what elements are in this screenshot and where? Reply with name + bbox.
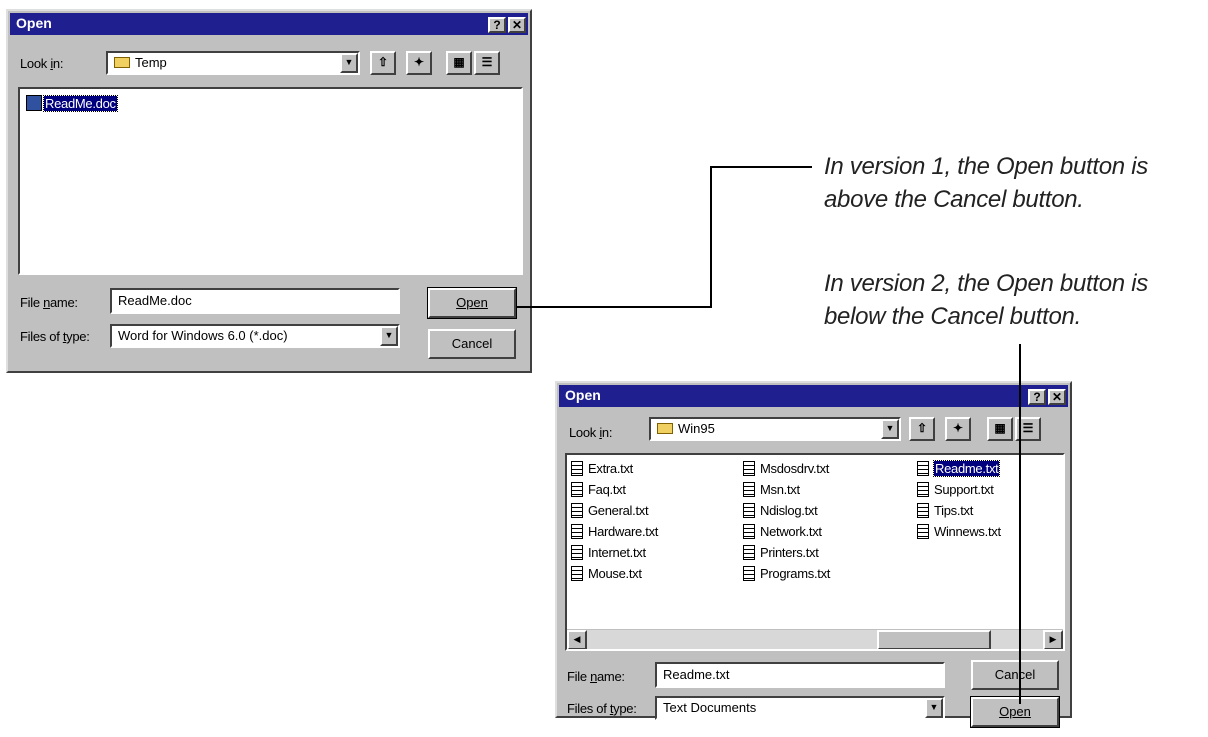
list-item[interactable]: Readme.txt (917, 460, 1001, 477)
text-document-icon (743, 482, 755, 497)
list-item[interactable]: Internet.txt (571, 545, 646, 560)
dialog-2-title: Open (565, 387, 601, 403)
list-item[interactable]: Support.txt (917, 482, 994, 497)
close-icon[interactable]: ✕ (508, 17, 526, 33)
list-item[interactable]: Hardware.txt (571, 524, 658, 539)
up-one-level-icon[interactable]: ⇧ (909, 417, 935, 441)
folder-icon (657, 423, 673, 434)
list-view-icon[interactable]: ▦ (987, 417, 1013, 441)
caption-version-2: In version 2, the Open button is below t… (824, 270, 1148, 330)
text-document-icon (571, 545, 583, 560)
list-item[interactable]: Printers.txt (743, 545, 819, 560)
callout-line-1-vertical (710, 166, 712, 308)
file-name-label: File name: (20, 295, 78, 310)
list-item[interactable]: ReadMe.doc (26, 95, 118, 112)
callout-line-1-horizontal-b (710, 166, 812, 168)
look-in-combo[interactable]: Win95 ▼ (649, 417, 901, 441)
up-one-level-icon[interactable]: ⇧ (370, 51, 396, 75)
file-name-field[interactable]: ReadMe.doc (110, 288, 400, 314)
list-view-icon[interactable]: ▦ (446, 51, 472, 75)
look-in-value: Win95 (678, 421, 715, 436)
file-name: ReadMe.doc (43, 95, 118, 112)
look-in-label: Look in: (569, 425, 613, 440)
files-of-type-combo[interactable]: Word for Windows 6.0 (*.doc) ▼ (110, 324, 400, 348)
callout-line-2-vertical (1019, 344, 1021, 704)
text-document-icon (571, 461, 583, 476)
chevron-down-icon[interactable]: ▼ (925, 698, 943, 718)
text-document-icon (743, 566, 755, 581)
list-item[interactable]: Network.txt (743, 524, 822, 539)
list-item[interactable]: Msdosdrv.txt (743, 461, 829, 476)
close-icon[interactable]: ✕ (1048, 389, 1066, 405)
files-of-type-value: Word for Windows 6.0 (*.doc) (118, 328, 288, 343)
text-document-icon (917, 503, 929, 518)
new-folder-icon[interactable]: ✦ (945, 417, 971, 441)
open-button[interactable]: Open (427, 287, 517, 319)
arrow-right-icon[interactable]: ▶ (1043, 630, 1063, 649)
file-list[interactable]: ReadMe.doc (18, 87, 523, 275)
word-document-icon (26, 95, 42, 111)
file-list[interactable]: Extra.txt Faq.txt General.txt Hardware.t… (565, 453, 1065, 651)
look-in-value: Temp (135, 55, 167, 70)
folder-icon (114, 57, 130, 68)
list-item[interactable]: General.txt (571, 503, 649, 518)
cancel-button[interactable]: Cancel (428, 329, 516, 359)
files-of-type-label: Files of type: (20, 329, 90, 344)
list-item[interactable]: Ndislog.txt (743, 503, 818, 518)
list-item[interactable]: Msn.txt (743, 482, 800, 497)
files-of-type-combo[interactable]: Text Documents ▼ (655, 696, 945, 720)
caption-version-1: In version 1, the Open button is above t… (824, 153, 1148, 213)
dialog-1-title-bar: Open ? ✕ (10, 13, 528, 35)
open-dialog-version-1: Open ? ✕ Look in: Temp ▼ ⇧ ✦ ▦ ☰ ReadMe.… (6, 9, 532, 373)
open-dialog-version-2: Open ? ✕ Look in: Win95 ▼ ⇧ ✦ ▦ ☰ Extra.… (555, 381, 1072, 728)
chevron-down-icon[interactable]: ▼ (380, 326, 398, 346)
text-document-icon (743, 461, 755, 476)
text-document-icon (743, 503, 755, 518)
text-document-icon (917, 482, 929, 497)
text-document-icon (917, 461, 929, 476)
list-item[interactable]: Extra.txt (571, 461, 633, 476)
help-icon[interactable]: ? (1028, 389, 1046, 405)
text-document-icon (571, 503, 583, 518)
text-document-icon (571, 482, 583, 497)
list-item[interactable]: Winnews.txt (917, 524, 1001, 539)
chevron-down-icon[interactable]: ▼ (340, 53, 358, 73)
dialog-1-title: Open (16, 15, 52, 31)
text-document-icon (743, 524, 755, 539)
file-name-field[interactable]: Readme.txt (655, 662, 945, 688)
dialog-2-title-bar: Open ? ✕ (559, 385, 1068, 407)
details-view-icon[interactable]: ☰ (474, 51, 500, 75)
text-document-icon (917, 524, 929, 539)
arrow-left-icon[interactable]: ◀ (567, 630, 587, 649)
chevron-down-icon[interactable]: ▼ (881, 419, 899, 439)
cancel-button[interactable]: Cancel (971, 660, 1059, 690)
open-button[interactable]: Open (970, 696, 1060, 728)
list-item[interactable]: Mouse.txt (571, 566, 642, 581)
list-item[interactable]: Programs.txt (743, 566, 830, 581)
scrollbar-thumb[interactable] (877, 630, 991, 649)
list-item[interactable]: Faq.txt (571, 482, 626, 497)
text-document-icon (743, 545, 755, 560)
files-of-type-label: Files of type: (567, 701, 637, 716)
file-name-label: File name: (567, 669, 625, 684)
callout-line-1-horizontal-a (516, 306, 712, 308)
list-item[interactable]: Tips.txt (917, 503, 973, 518)
help-icon[interactable]: ? (488, 17, 506, 33)
horizontal-scrollbar[interactable]: ◀ ▶ (567, 629, 1063, 649)
look-in-label: Look in: (20, 56, 64, 71)
look-in-combo[interactable]: Temp ▼ (106, 51, 360, 75)
new-folder-icon[interactable]: ✦ (406, 51, 432, 75)
text-document-icon (571, 524, 583, 539)
text-document-icon (571, 566, 583, 581)
files-of-type-value: Text Documents (663, 700, 757, 715)
